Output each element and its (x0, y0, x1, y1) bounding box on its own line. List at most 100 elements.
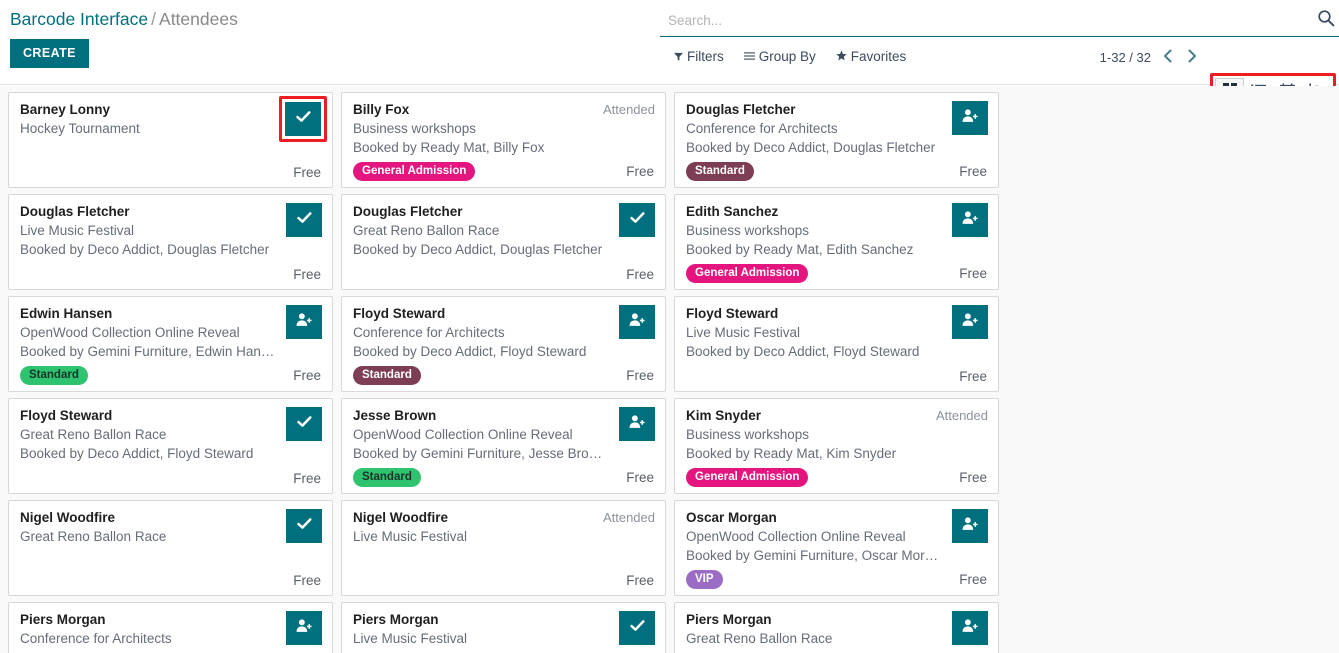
search-dropdown-group: Filters Group By Favorites (674, 49, 906, 64)
ticket-type-badge: General Admission (353, 162, 476, 181)
attendee-card[interactable]: Floyd Steward Great Reno Ballon Race Booke… (8, 398, 333, 494)
attendee-state-corner: Attended (603, 101, 655, 119)
chevron-left-icon[interactable] (1161, 49, 1175, 66)
register-attendee-button[interactable] (952, 203, 988, 237)
attendance-button-annotation (279, 96, 327, 142)
attendee-card[interactable]: Piers MorganLive Music FestivalFree (341, 602, 666, 653)
register-attendee-button[interactable] (286, 305, 322, 339)
attendee-state-corner (286, 611, 322, 645)
attendee-event: Conference for Architects (20, 631, 172, 646)
attendee-card[interactable]: Piers MorganGreat Reno Ballon RaceFree (674, 602, 999, 653)
filters-dropdown[interactable]: Filters (674, 49, 724, 64)
register-attendee-button[interactable] (952, 611, 988, 645)
mark-attended-button[interactable] (619, 203, 655, 237)
attendee-price: Free (959, 368, 987, 384)
attendee-card[interactable]: Billy Fox Business workshops Booked by Rea… (341, 92, 666, 188)
attendee-event: Live Music Festival (686, 325, 801, 340)
attendee-card-footer: VIP Free (686, 566, 987, 589)
attendee-event: Live Music Festival (353, 631, 468, 646)
attendee-state-corner (952, 305, 988, 339)
ticket-type-badge: General Admission (686, 264, 809, 283)
attendee-card-footer: Free (20, 567, 321, 589)
attendee-name: Oscar Morgan (686, 510, 777, 525)
attendee-card[interactable]: Piers MorganConference for ArchitectsVIP… (8, 602, 333, 653)
group-by-dropdown[interactable]: Group By (743, 49, 816, 64)
attendee-state-corner (952, 101, 988, 135)
user-plus-icon (962, 108, 978, 128)
attendee-name: Piers Morgan (353, 612, 439, 627)
ticket-type-badge: Standard (20, 366, 88, 385)
attendee-name: Floyd Steward (20, 408, 113, 423)
attendee-state-corner (286, 407, 322, 441)
kanban-card-grid: Barney Lonny Hockey Tournament Free Billy F… (0, 86, 1339, 653)
attendee-name: Jesse Brown (353, 408, 437, 423)
breadcrumb-current: Attendees (159, 9, 238, 29)
attendee-card-footer: Free (353, 567, 654, 589)
attendee-card[interactable]: Edwin Hansen OpenWood Collection Online R… (8, 296, 333, 392)
attendee-price: Free (293, 266, 321, 282)
mark-attended-button[interactable] (286, 509, 322, 543)
attendee-card[interactable]: Edith Sanchez Business workshops Booked by… (674, 194, 999, 290)
search-input[interactable] (668, 9, 1308, 31)
register-attendee-button[interactable] (952, 509, 988, 543)
favorites-dropdown[interactable]: Favorites (836, 49, 907, 64)
attendee-card[interactable]: Nigel Woodfire Great Reno Ballon Race Free (8, 500, 333, 596)
attendee-card-footer: General Admission Free (353, 158, 654, 181)
ticket-type-badge: Standard (686, 162, 754, 181)
attendee-state-corner (286, 305, 322, 339)
filter-funnel-icon (674, 51, 683, 63)
attendee-booked-by: Booked by Deco Addict, Floyd Steward (353, 344, 587, 359)
chevron-right-icon[interactable] (1185, 49, 1199, 66)
register-attendee-button[interactable] (286, 611, 322, 645)
ticket-type-badge: VIP (686, 570, 723, 589)
attendee-state-corner (619, 407, 655, 441)
attendee-name: Douglas Fletcher (686, 102, 796, 117)
attendee-event: Hockey Tournament (20, 121, 140, 136)
ticket-type-badge: Standard (353, 366, 421, 385)
attendee-card[interactable]: Douglas Fletcher Conference for Architect… (674, 92, 999, 188)
attendee-card[interactable]: Kim Snyder Business workshops Booked by Re… (674, 398, 999, 494)
attendee-price: Free (626, 470, 654, 485)
attendee-event: Live Music Festival (20, 223, 135, 238)
register-attendee-button[interactable] (619, 305, 655, 339)
mark-attended-button[interactable] (286, 407, 322, 441)
register-attendee-button[interactable] (952, 101, 988, 135)
user-plus-icon (296, 312, 312, 332)
attendee-state-corner (286, 509, 322, 543)
attendee-booked-by: Booked by Ready Mat, Kim Snyder (686, 446, 897, 461)
register-attendee-button[interactable] (952, 305, 988, 339)
register-attendee-button[interactable] (619, 407, 655, 441)
mark-attended-button[interactable] (285, 102, 321, 136)
attendee-card[interactable]: Oscar Morgan OpenWood Collection Online R… (674, 500, 999, 596)
attendee-name: Floyd Steward (353, 306, 446, 321)
attendee-card[interactable]: Barney Lonny Hockey Tournament Free (8, 92, 333, 188)
attendee-event: Great Reno Ballon Race (686, 631, 833, 646)
breadcrumb-root[interactable]: Barcode Interface (10, 9, 148, 29)
attendee-card[interactable]: Douglas Fletcher Live Music Festival Booke… (8, 194, 333, 290)
attendee-card[interactable]: Floyd Steward Conference for Architects Bo… (341, 296, 666, 392)
attendee-event: Business workshops (686, 223, 810, 238)
attendee-name: Edith Sanchez (686, 204, 779, 219)
attendee-price: Free (959, 164, 987, 179)
attendee-card[interactable]: Douglas Fletcher Great Reno Ballon Race Bo… (341, 194, 666, 290)
attendee-price: Free (293, 164, 321, 180)
star-icon (836, 50, 847, 63)
ticket-type-badge: Standard (353, 468, 421, 487)
favorites-label: Favorites (850, 49, 907, 64)
attendee-card[interactable]: Nigel Woodfire Live Music Festival Free Att… (341, 500, 666, 596)
mark-attended-button[interactable] (286, 203, 322, 237)
attendee-card[interactable]: Floyd Steward Live Music Festival Booked b… (674, 296, 999, 392)
mark-attended-button[interactable] (619, 611, 655, 645)
user-plus-icon (962, 618, 978, 638)
search-options-bar: Filters Group By Favorites 1-32 / 32 (660, 37, 1339, 112)
search-icon[interactable] (1317, 9, 1335, 29)
control-panel-right: Filters Group By (660, 0, 1339, 112)
attendee-state-corner (952, 611, 988, 645)
pager-count[interactable]: 1-32 / 32 (1100, 50, 1151, 65)
attendee-name: Nigel Woodfire (20, 510, 116, 525)
attendee-price: Free (959, 266, 987, 281)
attendee-card-footer: Free (353, 261, 654, 283)
create-button[interactable]: CREATE (10, 39, 89, 68)
attendee-card[interactable]: Jesse Brown OpenWood Collection Online Re… (341, 398, 666, 494)
attendee-card-footer: Free (20, 465, 321, 487)
